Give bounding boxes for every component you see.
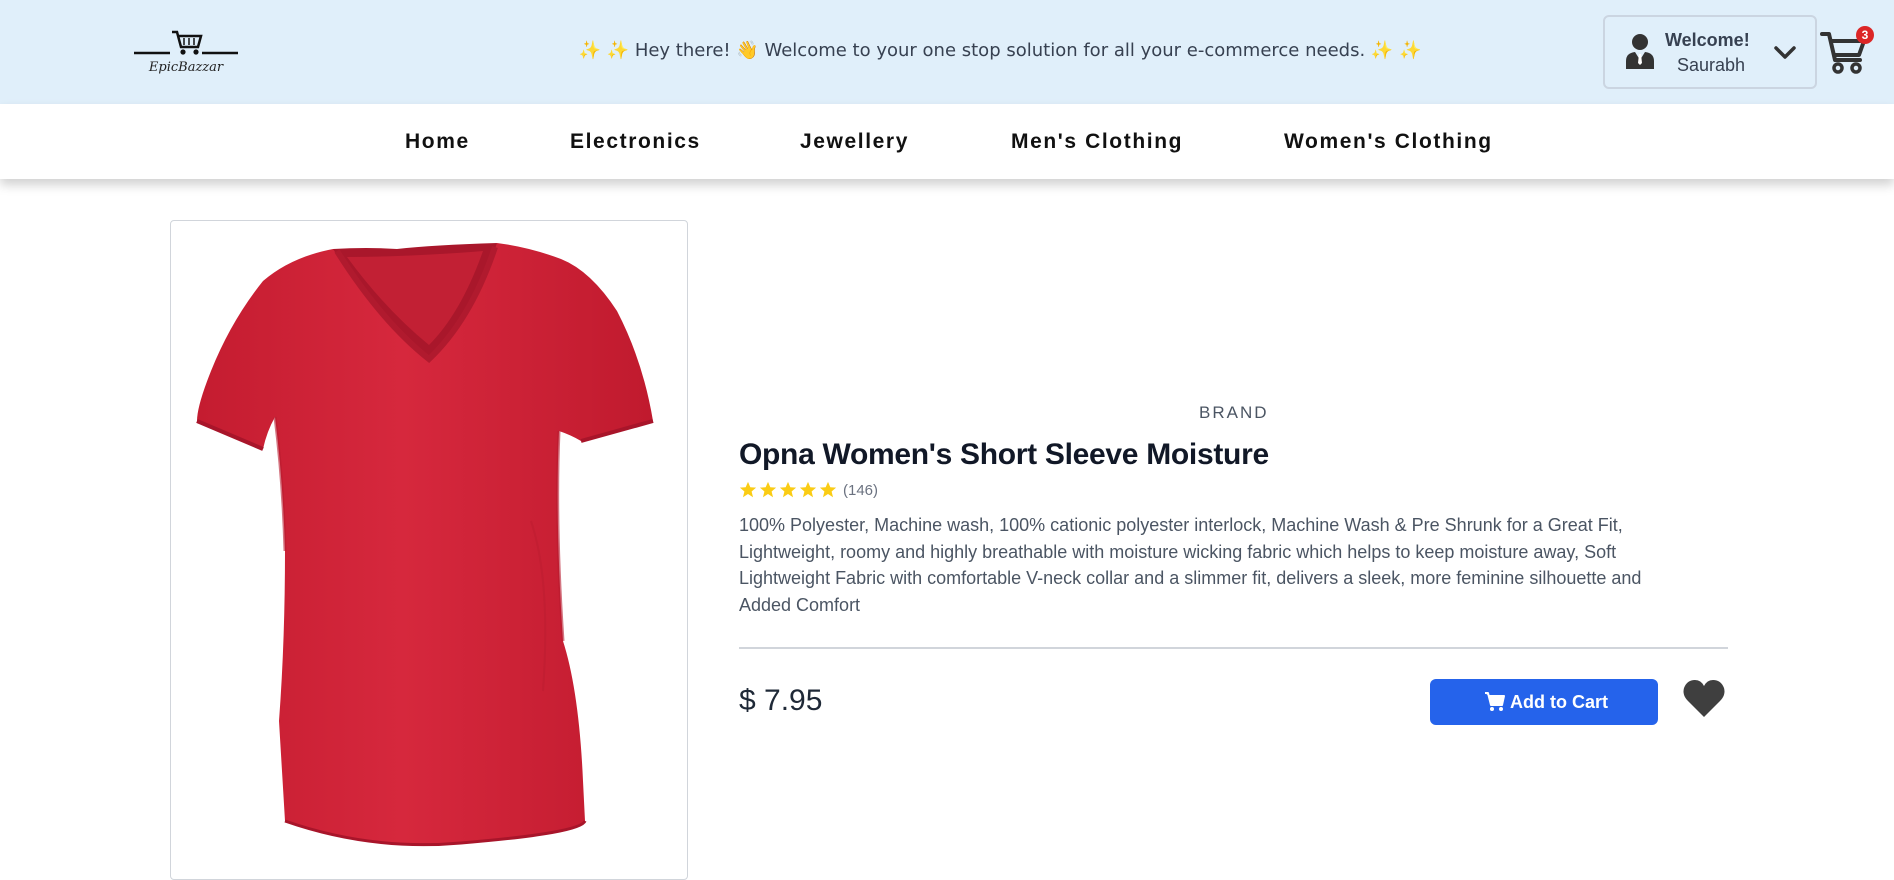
star-icon [819,481,837,498]
user-name: Saurabh [1677,55,1746,75]
logo-text: EpicBazzar [148,60,224,75]
nav-item-jewellery[interactable]: Jewellery [800,130,909,154]
nav-item-mens-clothing[interactable]: Men's Clothing [1011,130,1183,154]
shopping-cart-logo-icon [134,30,238,55]
category-nav: Home Electronics Jewellery Men's Clothin… [0,104,1894,179]
product-brand: BRAND [1199,403,1269,422]
nav-item-electronics[interactable]: Electronics [570,130,701,154]
product-title: Opna Women's Short Sleeve Moisture [739,438,1269,471]
welcome-label: Welcome! [1665,30,1750,50]
add-to-cart-label: Add to Cart [1510,692,1608,712]
user-icon [1626,34,1654,69]
star-icon [739,481,757,498]
product-image-card [170,220,688,880]
chevron-down-icon[interactable] [1773,43,1797,63]
logo[interactable]: EpicBazzar [132,28,240,78]
divider [739,647,1728,649]
star-icon [799,481,817,498]
top-banner: EpicBazzar ✨ ✨ Hey there! 👋 Welcome to y… [0,0,1894,104]
rating-count: (146) [843,482,879,499]
product-description: 100% Polyester, Machine wash, 100% catio… [739,515,1642,615]
heart-icon[interactable] [1682,678,1726,720]
product-image [196,243,654,847]
cart-count-badge: 3 [1856,26,1874,44]
rating-stars [739,481,839,501]
product-price: $ 7.95 [739,684,823,717]
greeting-text: ✨ ✨ Hey there! 👋 Welcome to your one sto… [578,40,1422,61]
add-to-cart-button[interactable]: Add to Cart [1430,679,1658,725]
nav-item-womens-clothing[interactable]: Women's Clothing [1284,130,1493,154]
star-icon [759,481,777,498]
star-icon [779,481,797,498]
user-menu[interactable]: Welcome! Saurabh [1603,15,1817,89]
nav-item-home[interactable]: Home [405,130,470,154]
cart-icon [1485,692,1505,711]
